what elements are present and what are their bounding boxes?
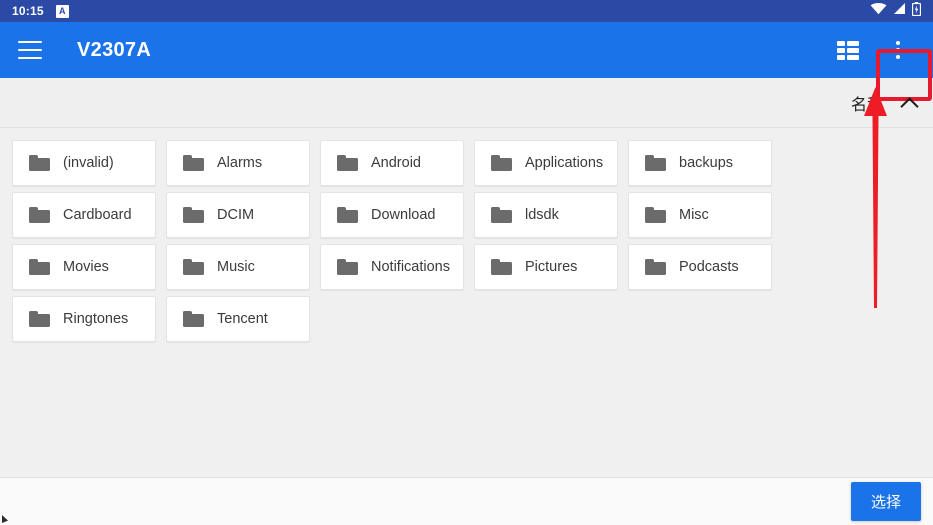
status-bar: 10:15 A [0,0,933,22]
folder-card-label: backups [679,155,734,171]
folder-card-label: Ringtones [63,311,129,327]
hamburger-bar [18,49,42,51]
folder-card-label: Notifications [371,259,450,275]
sort-bar[interactable]: 名称 [0,78,933,128]
signal-icon [893,2,906,20]
folder-card[interactable]: Movies [12,244,156,290]
folder-grid: (invalid) Alarms Android Applications backup… [0,128,933,480]
app-notification-icon: A [55,4,69,18]
folder-card[interactable]: Podcasts [628,244,772,290]
overflow-menu-icon[interactable] [881,33,915,67]
folder-card-label: ldsdk [525,207,559,223]
folder-card[interactable]: Android [320,140,464,186]
folder-icon [491,259,512,275]
folder-card[interactable]: Ringtones [12,296,156,342]
status-bar-notifications: A [55,4,69,18]
grid-cell [847,55,859,60]
folder-card-label: DCIM [217,207,255,223]
folder-card-label: Podcasts [679,259,739,275]
hamburger-bar [18,57,42,59]
folder-icon [183,207,204,223]
folder-card-label: Music [217,259,255,275]
folder-icon [337,155,358,171]
folder-icon [337,207,358,223]
folder-card[interactable]: Cardboard [12,192,156,238]
folder-icon [645,207,666,223]
folder-card-label: Pictures [525,259,578,275]
folder-icon [183,259,204,275]
app-title: V2307A [77,38,152,61]
folder-icon [29,311,50,327]
folder-card-label: Cardboard [63,207,132,223]
folder-card[interactable]: Misc [628,192,772,238]
bottom-bar: 选择 [0,477,933,525]
folder-card-label: Android [371,155,421,171]
folder-icon [29,259,50,275]
overflow-dot [896,55,900,59]
folder-card[interactable]: ldsdk [474,192,618,238]
folder-card[interactable]: Music [166,244,310,290]
folder-card-label: Alarms [217,155,263,171]
status-bar-time: 10:15 [12,4,44,18]
sort-label[interactable]: 名称 [851,91,883,115]
hamburger-menu-icon[interactable] [18,41,42,59]
hamburger-bar [18,41,42,43]
select-button[interactable]: 选择 [850,482,921,521]
wifi-icon [870,2,887,20]
folder-card-label: Download [371,207,436,223]
folder-icon [29,207,50,223]
folder-card[interactable]: Notifications [320,244,464,290]
grid-cell [847,41,859,46]
status-bar-system-icons [870,1,922,21]
folder-icon [29,155,50,171]
overflow-dot [896,48,900,52]
folder-card-label: Tencent [217,311,268,327]
folder-card[interactable]: backups [628,140,772,186]
folder-icon [645,155,666,171]
folder-card[interactable]: Tencent [166,296,310,342]
grid-view-icon[interactable] [837,41,859,60]
overflow-dot [896,41,900,45]
folder-icon [337,259,358,275]
folder-card[interactable]: Alarms [166,140,310,186]
folder-card[interactable]: Pictures [474,244,618,290]
app-bar: V2307A [0,22,933,101]
folder-icon [491,155,512,171]
grid-cell [837,41,845,46]
battery-icon [911,1,922,21]
folder-card[interactable]: (invalid) [12,140,156,186]
grid-cell [847,48,859,53]
folder-icon [183,311,204,327]
folder-icon [491,207,512,223]
folder-card-label: Applications [525,155,604,171]
grid-cell [837,55,845,60]
folder-card[interactable]: DCIM [166,192,310,238]
folder-icon [645,259,666,275]
grid-cell [837,48,845,53]
folder-card-label: Movies [63,259,109,275]
folder-card-label: (invalid) [63,155,114,171]
folder-card-label: Misc [679,207,709,223]
folder-card[interactable]: Applications [474,140,618,186]
chevron-up-icon[interactable] [901,94,919,112]
app-bar-actions [837,33,923,67]
folder-icon [183,155,204,171]
folder-card[interactable]: Download [320,192,464,238]
